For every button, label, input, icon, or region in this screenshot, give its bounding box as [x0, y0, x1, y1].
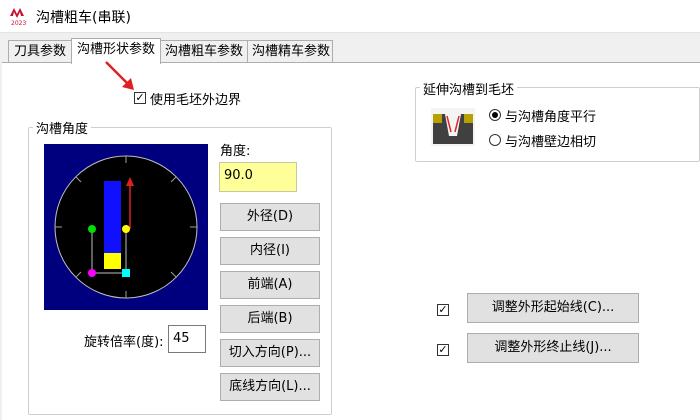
svg-text:2023: 2023	[11, 20, 26, 26]
rotation-increment-label: 旋转倍率(度):	[84, 335, 164, 350]
groove-shape-yellow	[104, 253, 121, 269]
front-button[interactable]: 前端(A)	[220, 271, 320, 299]
point-green	[88, 225, 96, 233]
tangent-to-wall-radio[interactable]	[489, 134, 501, 146]
floor-direction-button[interactable]: 底线方向(L)...	[220, 373, 320, 401]
point-magenta	[88, 269, 96, 277]
plunge-direction-button[interactable]: 切入方向(P)...	[220, 339, 320, 367]
tab-groove-finish-parameters[interactable]: 沟槽精车参数	[247, 40, 333, 62]
title-bar: 2023 沟槽粗车(串联)	[0, 0, 700, 33]
od-button[interactable]: 外径(D)	[220, 203, 320, 231]
back-button[interactable]: 后端(B)	[220, 305, 320, 333]
parallel-to-angle-radio[interactable]	[489, 109, 501, 121]
use-stock-boundary-label: 使用毛坯外边界	[150, 93, 242, 108]
point-cyan	[122, 269, 130, 277]
groove-shape-blue	[104, 181, 121, 253]
window-title: 沟槽粗车(串联)	[36, 10, 131, 26]
adjust-end-button[interactable]: 调整外形终止线(J)...	[467, 333, 639, 363]
extend-groove-icon	[431, 108, 475, 146]
id-button[interactable]: 内径(I)	[220, 237, 320, 265]
rotation-increment-input[interactable]: 45	[168, 325, 206, 353]
adjust-start-button[interactable]: 调整外形起始线(C)...	[467, 293, 639, 323]
mastercam-app-icon: 2023	[10, 8, 26, 26]
tab-tool-parameters[interactable]: 刀具参数	[8, 40, 72, 62]
annotation-arrow	[105, 61, 134, 90]
point-yellow	[122, 225, 130, 233]
groove-angle-preview	[44, 144, 208, 310]
tab-groove-rough-parameters[interactable]: 沟槽粗车参数	[160, 40, 248, 62]
adjust-end-checkbox[interactable]: ✓	[437, 344, 449, 356]
adjust-start-checkbox[interactable]: ✓	[437, 304, 449, 316]
angle-input[interactable]: 90.0	[219, 162, 297, 192]
extend-to-stock-title: 延伸沟槽到毛坯	[420, 79, 518, 98]
parallel-to-angle-label: 与沟槽角度平行	[505, 110, 597, 125]
tangent-to-wall-label: 与沟槽壁边相切	[505, 135, 597, 150]
groove-angle-title: 沟槽角度	[33, 118, 92, 137]
angle-label: 角度:	[220, 144, 251, 159]
